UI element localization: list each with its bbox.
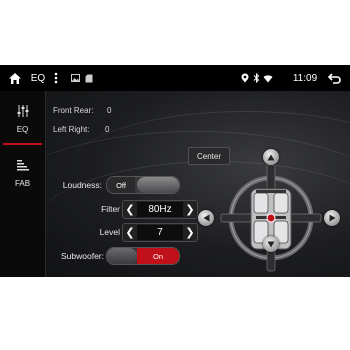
filter-stepper: ❮ 80Hz ❯ bbox=[122, 200, 198, 219]
wifi-icon bbox=[262, 65, 274, 91]
level-value: 7 bbox=[137, 225, 183, 240]
front-rear-value: 0 bbox=[107, 106, 112, 115]
app-title: EQ bbox=[30, 72, 46, 84]
sidebar: EQ FAB bbox=[0, 91, 46, 277]
toggle-knob bbox=[137, 177, 179, 193]
filter-label: Filter bbox=[101, 204, 120, 214]
filter-decrease-button[interactable]: ❮ bbox=[123, 201, 137, 218]
left-right-label: Left Right: bbox=[53, 125, 90, 134]
tab-eq[interactable]: EQ bbox=[0, 93, 45, 145]
fader-rear-button[interactable] bbox=[263, 236, 279, 252]
status-bar: EQ 11:09 bbox=[0, 65, 350, 91]
more-vert-icon[interactable] bbox=[52, 65, 60, 91]
fader-balance-panel: Front Rear: 0 Left Right: 0 Center Loudn… bbox=[46, 91, 350, 277]
equalizer-icon bbox=[16, 104, 30, 120]
clock: 11:09 bbox=[292, 72, 318, 84]
fader-front-button[interactable] bbox=[263, 149, 279, 165]
tab-fab[interactable]: FAB bbox=[0, 147, 45, 199]
bluetooth-icon bbox=[251, 65, 261, 91]
filter-value: 80Hz bbox=[137, 202, 183, 217]
head-unit-screen: EQ 11:09 EQ FAB Front Rear: 0 Left Right… bbox=[0, 65, 350, 277]
image-icon bbox=[70, 65, 80, 91]
level-decrease-button[interactable]: ❮ bbox=[123, 224, 137, 241]
left-right-value: 0 bbox=[105, 125, 110, 134]
level-stepper: ❮ 7 ❯ bbox=[122, 223, 198, 242]
home-icon[interactable] bbox=[6, 65, 24, 91]
loudness-state: Off bbox=[107, 177, 135, 193]
loudness-toggle[interactable]: Off bbox=[106, 176, 180, 194]
toggle-knob bbox=[107, 248, 137, 264]
fader-balance-icon bbox=[16, 158, 30, 174]
back-icon[interactable] bbox=[326, 65, 342, 91]
active-tab-indicator bbox=[3, 143, 42, 145]
filter-increase-button[interactable]: ❯ bbox=[183, 201, 197, 218]
tab-fab-label: FAB bbox=[14, 179, 31, 188]
level-increase-button[interactable]: ❯ bbox=[183, 224, 197, 241]
front-rear-label: Front Rear: bbox=[53, 106, 94, 115]
loudness-label: Loudness: bbox=[62, 180, 102, 190]
subwoofer-label: Subwoofer: bbox=[61, 251, 104, 261]
level-label: Level bbox=[99, 227, 120, 237]
subwoofer-state: On bbox=[137, 248, 179, 264]
location-icon bbox=[240, 65, 250, 91]
sd-card-icon bbox=[84, 65, 94, 91]
fader-position-marker[interactable] bbox=[266, 213, 276, 223]
balance-right-button[interactable] bbox=[324, 210, 340, 226]
tab-eq-label: EQ bbox=[16, 125, 29, 134]
subwoofer-toggle[interactable]: On bbox=[106, 247, 180, 265]
balance-left-button[interactable] bbox=[198, 210, 214, 226]
